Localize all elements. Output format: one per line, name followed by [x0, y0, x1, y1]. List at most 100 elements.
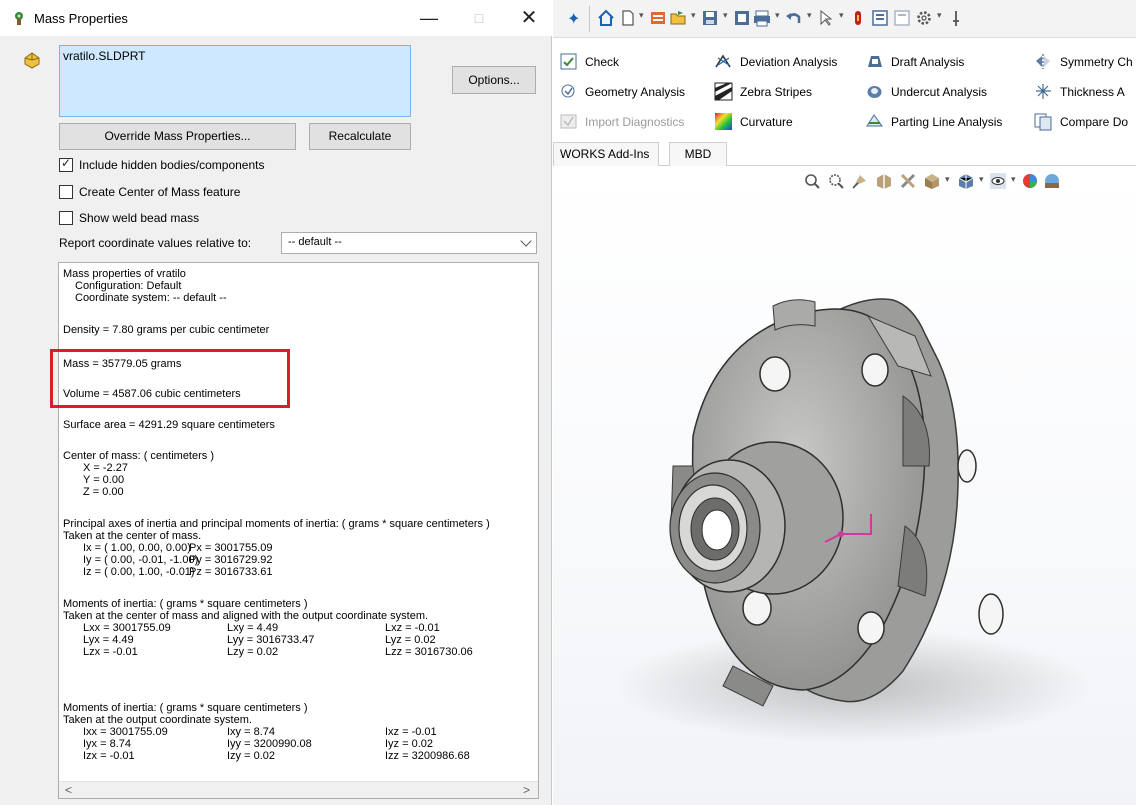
- moi-com-cell: Lyz = 0.02: [385, 634, 436, 646]
- coordinate-system-value: -- default --: [288, 236, 342, 248]
- moi-com-cell: Lyx = 4.49: [83, 634, 134, 646]
- chevron-down-icon: [520, 235, 532, 247]
- tab-mbd[interactable]: MBD: [669, 142, 727, 166]
- parting-line-analysis-label: Parting Line Analysis: [891, 115, 1003, 129]
- compare-documents-icon: [1034, 113, 1052, 131]
- results-text-area: Mass properties of vratilo Configuration…: [59, 263, 538, 781]
- chevron-down-icon[interactable]: ▾: [723, 10, 728, 21]
- symmetry-check-label: Symmetry Ch: [1060, 55, 1133, 69]
- moi-output-title: Moments of inertia: ( grams * square cen…: [63, 702, 308, 714]
- principal-taken-at: Taken at the center of mass.: [63, 530, 202, 542]
- undercut-analysis-label: Undercut Analysis: [891, 85, 988, 99]
- import-diagnostics-icon: [560, 114, 577, 129]
- create-center-of-mass-checkbox[interactable]: [59, 185, 73, 199]
- moi-com-cell: Lxy = 4.49: [227, 622, 279, 634]
- moi-com-cell: Lxz = -0.01: [385, 622, 440, 634]
- draft-analysis-label: Draft Analysis: [891, 55, 965, 69]
- minimize-button[interactable]: —: [406, 0, 452, 36]
- check-icon: [560, 53, 577, 70]
- open-folder-icon[interactable]: [669, 9, 687, 27]
- thickness-analysis-icon: [1036, 84, 1051, 99]
- rebuild-icon[interactable]: [849, 9, 867, 27]
- tab-solidworks-add-ins[interactable]: WORKS Add-Ins: [553, 142, 659, 166]
- chevron-down-icon[interactable]: ▾: [839, 10, 844, 21]
- principal-axis-z: Iz = ( 0.00, 1.00, -0.01): [83, 566, 195, 578]
- selected-file-name[interactable]: vratilo.SLDPRT: [63, 49, 145, 63]
- undo-icon[interactable]: [785, 9, 803, 27]
- coordinate-system-line: Coordinate system: -- default --: [75, 292, 227, 304]
- coordinate-system-label: Report coordinate values relative to:: [59, 236, 252, 250]
- new-document-icon[interactable]: [619, 9, 637, 27]
- principal-moment-z: Pz = 3016733.61: [189, 566, 273, 578]
- graphics-area[interactable]: ▾ ▾ ▾: [553, 166, 1136, 805]
- horizontal-scrollbar[interactable]: < >: [59, 781, 538, 798]
- zebra-stripes-icon: [714, 82, 733, 101]
- center-of-mass-y: Y = 0.00: [83, 474, 125, 486]
- part-icon: [24, 52, 40, 69]
- moi-output-cell: Ixy = 8.74: [227, 726, 276, 738]
- save-icon[interactable]: [701, 9, 719, 27]
- checkmark-icon: ✓: [61, 156, 72, 170]
- show-weld-bead-mass-label: Show weld bead mass: [79, 211, 200, 225]
- mass-properties-results[interactable]: Mass properties of vratilo Configuration…: [58, 262, 539, 799]
- moi-com-title: Moments of inertia: ( grams * square cen…: [63, 598, 308, 610]
- file-explorer-icon[interactable]: [893, 9, 911, 27]
- chevron-down-icon[interactable]: ▾: [937, 10, 942, 21]
- moi-com-cell: Lyy = 3016733.47: [227, 634, 315, 646]
- principal-axes-title: Principal axes of inertia and principal …: [63, 518, 490, 530]
- gear-icon[interactable]: [915, 9, 933, 27]
- evaluate-ribbon: Check Geometry Analysis Import Diagnosti…: [553, 38, 1136, 142]
- undercut-analysis-icon: [867, 86, 882, 98]
- moi-com-cell: Lzx = -0.01: [83, 646, 138, 658]
- center-of-mass-z: Z = 0.00: [83, 486, 124, 498]
- chevron-down-icon[interactable]: ▾: [639, 10, 644, 21]
- principal-moment-x: Px = 3001755.09: [189, 542, 273, 554]
- thickness-analysis-label: Thickness A: [1060, 85, 1125, 99]
- chevron-down-icon[interactable]: ▾: [775, 10, 780, 21]
- show-weld-bead-mass-checkbox[interactable]: [59, 211, 73, 225]
- file-properties-icon[interactable]: [871, 9, 889, 27]
- home-icon[interactable]: [597, 9, 615, 27]
- draft-analysis-icon: [868, 56, 882, 67]
- coordinate-system-select[interactable]: -- default --: [281, 232, 537, 254]
- moi-output-cell: Izx = -0.01: [83, 750, 135, 762]
- chevron-down-icon[interactable]: ▾: [807, 10, 812, 21]
- moi-output-cell: Ixz = -0.01: [385, 726, 437, 738]
- moi-output-cell: Izz = 3200986.68: [385, 750, 470, 762]
- dialog-titlebar: Mass Properties — □ ✕: [0, 0, 552, 36]
- create-center-of-mass-label: Create Center of Mass feature: [79, 185, 241, 199]
- model-vratilo-3d-view[interactable]: [553, 166, 1136, 805]
- selected-items-list[interactable]: vratilo.SLDPRT: [59, 45, 411, 117]
- scroll-left-arrow[interactable]: <: [65, 782, 72, 798]
- deviation-analysis-label: Deviation Analysis: [740, 55, 838, 69]
- override-mass-properties-button[interactable]: Override Mass Properties...: [59, 123, 296, 150]
- zebra-stripes-label: Zebra Stripes: [740, 85, 813, 99]
- surface-area-line: Surface area = 4291.29 square centimeter…: [63, 419, 275, 431]
- scroll-right-arrow[interactable]: >: [523, 782, 530, 798]
- include-hidden-bodies-label: Include hidden bodies/components: [79, 158, 265, 172]
- configuration-line: Configuration: Default: [75, 280, 182, 292]
- curvature-icon: [715, 113, 732, 130]
- close-button[interactable]: ✕: [506, 0, 552, 36]
- open-icon[interactable]: [649, 9, 667, 27]
- select-cursor-icon[interactable]: [817, 9, 835, 27]
- principal-axis-y: Iy = ( 0.00, -0.01, -1.00): [83, 554, 199, 566]
- pin-toolbar-icon[interactable]: [947, 9, 965, 27]
- toolbar-divider: [589, 6, 590, 32]
- include-hidden-bodies-checkbox[interactable]: ✓: [59, 156, 73, 172]
- moi-com-cell: Lxx = 3001755.09: [83, 622, 171, 634]
- symmetry-check-icon: [1036, 54, 1050, 69]
- moi-output-cell: Iyy = 3200990.08: [227, 738, 312, 750]
- print-icon[interactable]: [753, 9, 771, 27]
- maximize-button[interactable]: □: [456, 0, 502, 36]
- pin-icon[interactable]: ✦: [567, 9, 580, 29]
- options-button[interactable]: Options...: [452, 66, 536, 94]
- center-of-mass-x: X = -2.27: [83, 462, 128, 474]
- print-preview-icon[interactable]: [733, 9, 751, 27]
- command-manager-tabs: WORKS Add-Ins MBD: [553, 142, 1136, 166]
- moi-output-cell: Iyz = 0.02: [385, 738, 434, 750]
- chevron-down-icon[interactable]: ▾: [691, 10, 696, 21]
- import-diagnostics-label: Import Diagnostics: [585, 115, 685, 129]
- recalculate-button[interactable]: Recalculate: [309, 123, 411, 150]
- moi-output-cell: Izy = 0.02: [227, 750, 276, 762]
